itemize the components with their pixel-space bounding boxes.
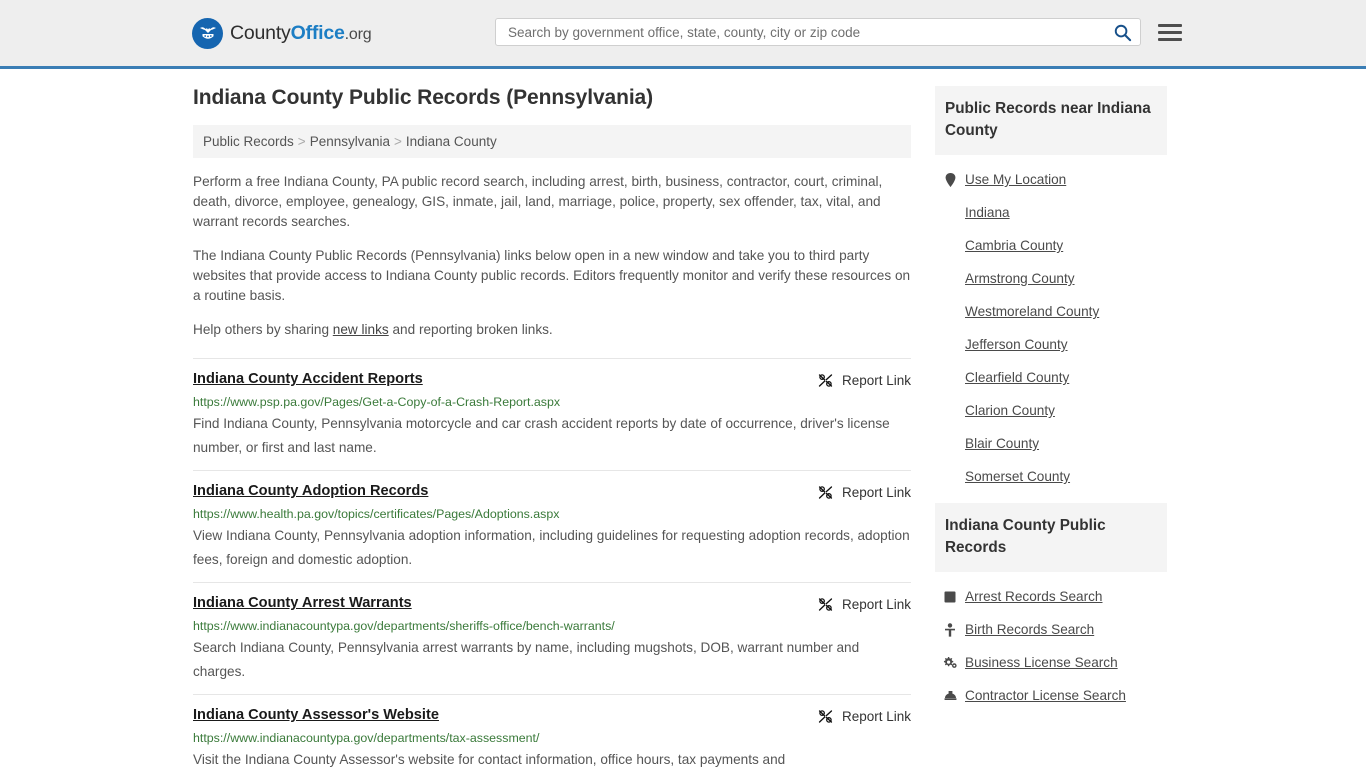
- logo-text: CountyOffice.org: [230, 21, 372, 45]
- sidebar-link-label[interactable]: Business License Search: [965, 655, 1118, 670]
- sidebar-item-birth-records-search[interactable]: Birth Records Search: [935, 613, 1167, 646]
- broken-link-icon: [818, 710, 833, 723]
- sidebar-link-label[interactable]: Cambria County: [965, 238, 1063, 253]
- report-link-label: Report Link: [841, 373, 911, 388]
- sidebar-link-label[interactable]: Birth Records Search: [965, 622, 1094, 637]
- page-title: Indiana County Public Records (Pennsylva…: [193, 86, 654, 109]
- record-title-link[interactable]: Indiana County Adoption Records: [193, 483, 428, 499]
- map-pin-icon: [943, 172, 957, 187]
- county-records-panel: Indiana County Public Records Arrest Rec…: [935, 503, 1167, 712]
- report-link-label: Report Link: [841, 709, 911, 724]
- breadcrumb-separator: >: [297, 134, 306, 149]
- sidebar-link-label[interactable]: Arrest Records Search: [965, 589, 1103, 604]
- new-links-link[interactable]: new links: [333, 322, 389, 337]
- sidebar-link-label[interactable]: Jefferson County: [965, 337, 1068, 352]
- report-link-button[interactable]: Report Link: [817, 483, 911, 501]
- record-title-link[interactable]: Indiana County Arrest Warrants: [193, 595, 412, 611]
- record-url: https://www.psp.pa.gov/Pages/Get-a-Copy-…: [193, 395, 561, 409]
- record-entry: Indiana County Assessor's Website Report…: [193, 694, 911, 768]
- site-header: CountyOffice.org: [0, 0, 1366, 69]
- intro-paragraph-3: Help others by sharing new links and rep…: [193, 320, 911, 340]
- page-body: Indiana County Public Records (Pennsylva…: [0, 69, 1366, 768]
- report-link-label: Report Link: [841, 597, 911, 612]
- broken-link-icon: [818, 374, 833, 387]
- broken-link-icon: [818, 598, 833, 611]
- sidebar: Public Records near Indiana County Use M…: [935, 86, 1167, 768]
- share-text-after: and reporting broken links.: [388, 322, 553, 337]
- record-title-link[interactable]: Indiana County Assessor's Website: [193, 707, 439, 723]
- report-link-button[interactable]: Report Link: [817, 371, 911, 389]
- hamburger-menu-icon[interactable]: [1158, 23, 1182, 41]
- site-logo[interactable]: CountyOffice.org: [192, 17, 372, 49]
- sidebar-item-clarion-county[interactable]: Clarion County: [935, 394, 1167, 427]
- record-url: https://www.health.pa.gov/topics/certifi…: [193, 507, 560, 521]
- breadcrumb-item-1[interactable]: Pennsylvania: [310, 134, 390, 149]
- sidebar-link-label[interactable]: Somerset County: [965, 469, 1070, 484]
- sidebar-item-cambria-county[interactable]: Cambria County: [935, 229, 1167, 262]
- nearby-records-heading: Public Records near Indiana County: [935, 86, 1167, 155]
- sidebar-item-use-my-location[interactable]: Use My Location: [935, 163, 1167, 196]
- sidebar-link-label[interactable]: Clearfield County: [965, 370, 1069, 385]
- baby-icon: [943, 622, 957, 637]
- logo-text-county: County: [230, 21, 291, 44]
- search-input[interactable]: [506, 23, 1113, 41]
- sidebar-link-label[interactable]: Armstrong County: [965, 271, 1075, 286]
- gears-icon: [943, 656, 957, 669]
- record-description: Search Indiana County, Pennsylvania arre…: [193, 640, 860, 679]
- broken-link-icon: [818, 486, 833, 499]
- intro-text: Perform a free Indiana County, PA public…: [193, 172, 911, 340]
- sidebar-link-label[interactable]: Clarion County: [965, 403, 1055, 418]
- sidebar-link-label[interactable]: Westmoreland County: [965, 304, 1099, 319]
- sidebar-item-business-license-search[interactable]: Business License Search: [935, 646, 1167, 679]
- hard-hat-icon: [943, 690, 957, 701]
- eagle-shield-icon: [192, 17, 223, 49]
- main-content: Indiana County Public Records (Pennsylva…: [193, 86, 911, 768]
- logo-text-org: .org: [344, 25, 372, 43]
- breadcrumb: Public Records > Pennsylvania > Indiana Coun…: [193, 125, 911, 158]
- county-records-list: Arrest Records Search Birth Records Sear…: [935, 572, 1167, 712]
- share-text-before: Help others by sharing: [193, 322, 333, 337]
- nearby-records-list: Use My Location Indiana Cambria County A…: [935, 155, 1167, 493]
- record-description: View Indiana County, Pennsylvania adopti…: [193, 528, 910, 567]
- breadcrumb-item-0[interactable]: Public Records: [203, 134, 294, 149]
- sidebar-link-label[interactable]: Contractor License Search: [965, 688, 1126, 703]
- report-link-button[interactable]: Report Link: [817, 595, 911, 613]
- report-link-button[interactable]: Report Link: [817, 707, 911, 725]
- county-records-heading: Indiana County Public Records: [935, 503, 1167, 572]
- sidebar-link-label[interactable]: Blair County: [965, 436, 1039, 451]
- breadcrumb-separator: >: [394, 134, 402, 149]
- breadcrumb-item-2[interactable]: Indiana County: [406, 134, 497, 149]
- intro-paragraph-2: The Indiana County Public Records (Penns…: [193, 248, 911, 303]
- sidebar-item-contractor-license-search[interactable]: Contractor License Search: [935, 679, 1167, 712]
- sidebar-item-clearfield-county[interactable]: Clearfield County: [935, 361, 1167, 394]
- sidebar-link-label[interactable]: Use My Location: [965, 172, 1066, 187]
- intro-paragraph-1: Perform a free Indiana County, PA public…: [193, 174, 883, 229]
- sidebar-item-arrest-records-search[interactable]: Arrest Records Search: [935, 580, 1167, 613]
- search-icon[interactable]: [1113, 23, 1134, 42]
- record-url: https://www.indianacountypa.gov/departme…: [193, 731, 540, 745]
- record-entry: Indiana County Accident Reports Report L…: [193, 358, 911, 470]
- record-url: https://www.indianacountypa.gov/departme…: [193, 619, 615, 633]
- square-badge-icon: [943, 591, 957, 603]
- sidebar-link-label[interactable]: Indiana: [965, 205, 1010, 220]
- sidebar-item-westmoreland-county[interactable]: Westmoreland County: [935, 295, 1167, 328]
- header-search-area: [495, 18, 1182, 46]
- logo-text-office: Office: [290, 21, 345, 44]
- record-description: Visit the Indiana County Assessor's webs…: [193, 752, 786, 767]
- sidebar-item-armstrong-county[interactable]: Armstrong County: [935, 262, 1167, 295]
- report-link-label: Report Link: [841, 485, 911, 500]
- record-title-link[interactable]: Indiana County Accident Reports: [193, 371, 423, 387]
- record-entry: Indiana County Adoption Records Report L…: [193, 470, 911, 582]
- sidebar-item-jefferson-county[interactable]: Jefferson County: [935, 328, 1167, 361]
- nearby-records-panel: Public Records near Indiana County Use M…: [935, 86, 1167, 493]
- search-box[interactable]: [495, 18, 1141, 46]
- sidebar-item-blair-county[interactable]: Blair County: [935, 427, 1167, 460]
- sidebar-item-somerset-county[interactable]: Somerset County: [935, 460, 1167, 493]
- sidebar-item-indiana[interactable]: Indiana: [935, 196, 1167, 229]
- record-description: Find Indiana County, Pennsylvania motorc…: [193, 416, 890, 455]
- record-entry: Indiana County Arrest Warrants Report Li…: [193, 582, 911, 694]
